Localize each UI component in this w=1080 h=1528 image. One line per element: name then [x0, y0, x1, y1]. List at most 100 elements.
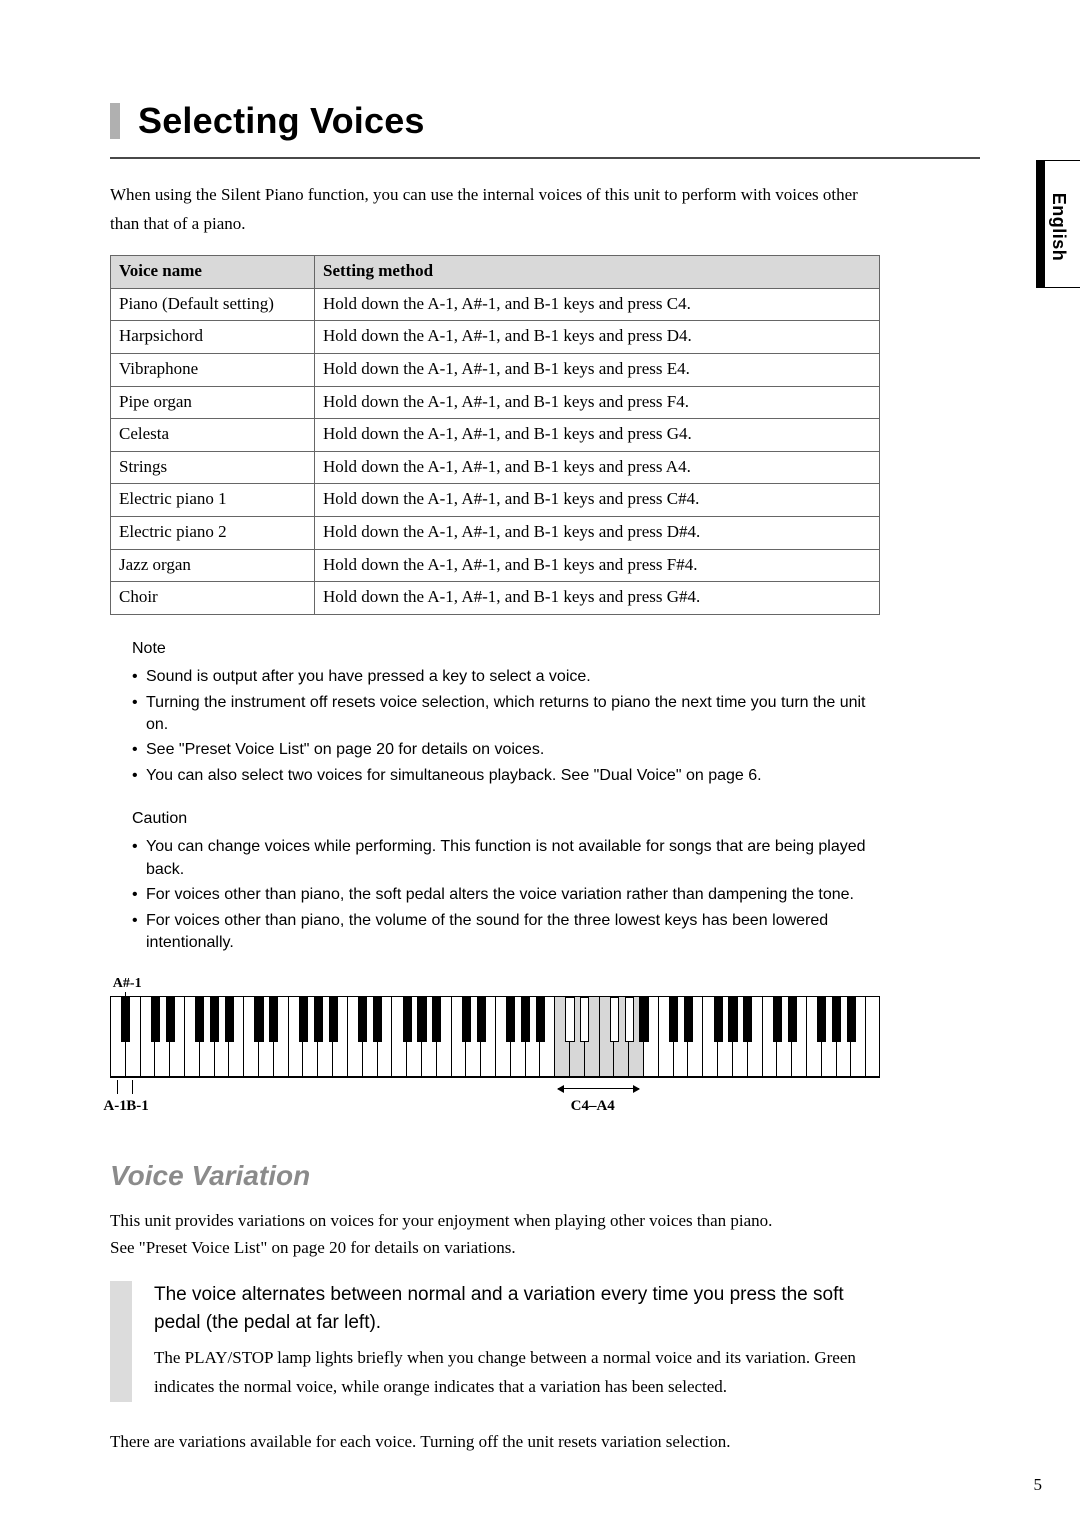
table-row: VibraphoneHold down the A-1, A#-1, and B…	[111, 353, 880, 386]
table-row: CelestaHold down the A-1, A#-1, and B-1 …	[111, 419, 880, 452]
black-key	[669, 997, 678, 1041]
variation-intro-1: This unit provides variations on voices …	[110, 1207, 880, 1234]
black-key	[432, 997, 441, 1041]
heading-accent	[110, 103, 120, 139]
black-key	[817, 997, 826, 1041]
label-a-1: A-1	[103, 1096, 126, 1118]
black-key	[847, 997, 856, 1041]
black-key	[403, 997, 412, 1041]
black-key	[832, 997, 841, 1041]
black-key	[299, 997, 308, 1041]
black-key	[743, 997, 752, 1041]
label-b-1: B-1	[126, 1096, 149, 1118]
black-key	[462, 997, 471, 1041]
black-key	[417, 997, 426, 1041]
cell-voice-name: Celesta	[111, 419, 315, 452]
black-key	[121, 997, 130, 1041]
cell-voice-name: Electric piano 1	[111, 484, 315, 517]
cell-setting-method: Hold down the A-1, A#-1, and B-1 keys an…	[315, 549, 880, 582]
note-list: Sound is output after you have pressed a…	[132, 666, 880, 787]
black-key	[788, 997, 797, 1041]
cell-setting-method: Hold down the A-1, A#-1, and B-1 keys an…	[315, 582, 880, 615]
cell-setting-method: Hold down the A-1, A#-1, and B-1 keys an…	[315, 451, 880, 484]
keyboard-diagram: A#-1 A-1 B-1 C4–A4	[110, 974, 880, 1110]
table-row: Electric piano 1Hold down the A-1, A#-1,…	[111, 484, 880, 517]
caution-block: Caution You can change voices while perf…	[132, 807, 880, 954]
list-item: See "Preset Voice List" on page 20 for d…	[132, 739, 880, 761]
callout-accent	[110, 1281, 132, 1402]
black-key	[773, 997, 782, 1041]
black-key	[151, 997, 160, 1041]
black-key	[565, 997, 574, 1041]
table-row: ChoirHold down the A-1, A#-1, and B-1 ke…	[111, 582, 880, 615]
note-block: Note Sound is output after you have pres…	[132, 637, 880, 787]
black-key	[684, 997, 693, 1041]
table-row: StringsHold down the A-1, A#-1, and B-1 …	[111, 451, 880, 484]
black-key	[373, 997, 382, 1041]
intro-paragraph: When using the Silent Piano function, yo…	[110, 181, 880, 239]
language-label: English	[1045, 187, 1071, 262]
table-row: Piano (Default setting)Hold down the A-1…	[111, 288, 880, 321]
note-title: Note	[132, 637, 880, 660]
keyboard-graphic	[110, 996, 880, 1078]
black-key	[254, 997, 263, 1041]
caution-list: You can change voices while performing. …	[132, 836, 880, 954]
table-row: Jazz organHold down the A-1, A#-1, and B…	[111, 549, 880, 582]
black-key	[521, 997, 530, 1041]
black-key	[195, 997, 204, 1041]
black-key	[506, 997, 515, 1041]
page-heading: Selecting Voices	[110, 95, 980, 159]
pointer-b-1	[132, 1080, 133, 1094]
th-voice-name: Voice name	[111, 255, 315, 288]
page-content: Selecting Voices When using the Silent P…	[110, 95, 980, 1475]
black-key	[166, 997, 175, 1041]
list-item: For voices other than piano, the soft pe…	[132, 884, 880, 906]
table-header-row: Voice name Setting method	[111, 255, 880, 288]
black-key	[625, 997, 634, 1041]
cell-setting-method: Hold down the A-1, A#-1, and B-1 keys an…	[315, 288, 880, 321]
list-item: You can also select two voices for simul…	[132, 765, 880, 787]
cell-setting-method: Hold down the A-1, A#-1, and B-1 keys an…	[315, 386, 880, 419]
table-row: HarpsichordHold down the A-1, A#-1, and …	[111, 321, 880, 354]
cell-voice-name: Piano (Default setting)	[111, 288, 315, 321]
cell-setting-method: Hold down the A-1, A#-1, and B-1 keys an…	[315, 419, 880, 452]
variation-intro-2: See "Preset Voice List" on page 20 for d…	[110, 1234, 880, 1261]
callout-box: The voice alternates between normal and …	[110, 1281, 880, 1402]
black-key	[714, 997, 723, 1041]
white-key	[866, 997, 880, 1076]
black-key	[580, 997, 589, 1041]
black-key	[269, 997, 278, 1041]
black-key	[610, 997, 619, 1041]
range-indicator	[558, 1088, 639, 1089]
black-key	[639, 997, 648, 1041]
callout-title: The voice alternates between normal and …	[154, 1281, 880, 1336]
black-key	[477, 997, 486, 1041]
cell-voice-name: Vibraphone	[111, 353, 315, 386]
cell-setting-method: Hold down the A-1, A#-1, and B-1 keys an…	[315, 517, 880, 550]
language-tab: English	[1036, 160, 1080, 288]
page-title: Selecting Voices	[138, 95, 425, 147]
cell-setting-method: Hold down the A-1, A#-1, and B-1 keys an…	[315, 353, 880, 386]
label-range: C4–A4	[571, 1096, 615, 1118]
label-asharp-1: A#-1	[113, 974, 142, 994]
pointer-a-1	[117, 1080, 118, 1094]
callout-text: The PLAY/STOP lamp lights briefly when y…	[154, 1344, 880, 1402]
black-key	[210, 997, 219, 1041]
cell-voice-name: Harpsichord	[111, 321, 315, 354]
th-setting-method: Setting method	[315, 255, 880, 288]
list-item: For voices other than piano, the volume …	[132, 910, 880, 955]
keyboard-top-labels: A#-1	[110, 974, 880, 996]
black-key	[536, 997, 545, 1041]
cell-setting-method: Hold down the A-1, A#-1, and B-1 keys an…	[315, 484, 880, 517]
cell-voice-name: Strings	[111, 451, 315, 484]
cell-voice-name: Pipe organ	[111, 386, 315, 419]
cell-setting-method: Hold down the A-1, A#-1, and B-1 keys an…	[315, 321, 880, 354]
list-item: Sound is output after you have pressed a…	[132, 666, 880, 688]
table-row: Electric piano 2Hold down the A-1, A#-1,…	[111, 517, 880, 550]
black-key	[329, 997, 338, 1041]
list-item: You can change voices while performing. …	[132, 836, 880, 881]
cell-voice-name: Choir	[111, 582, 315, 615]
black-key	[225, 997, 234, 1041]
cell-voice-name: Jazz organ	[111, 549, 315, 582]
subheading-voice-variation: Voice Variation	[110, 1156, 980, 1197]
